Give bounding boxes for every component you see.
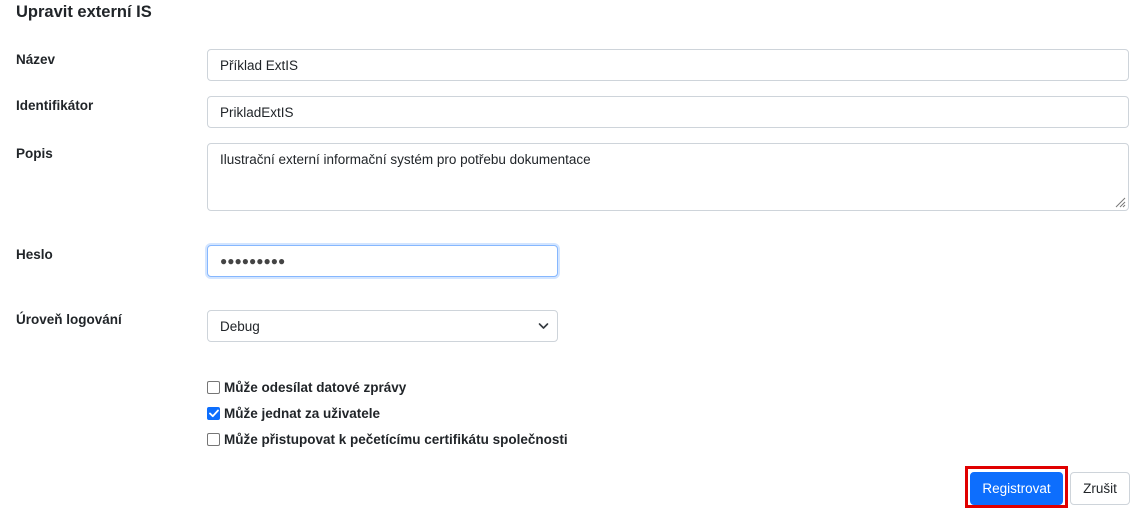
password-input[interactable]: ●●●●●●●●● — [207, 245, 558, 277]
identifier-input[interactable]: PrikladExtIS — [207, 96, 1129, 128]
log-level-selected-value: Debug — [220, 318, 260, 334]
page-title: Upravit externí IS — [16, 3, 152, 21]
checkbox-seal-certificate[interactable] — [207, 433, 220, 446]
name-input[interactable]: Příklad ExtIS — [207, 49, 1129, 81]
name-label: Název — [16, 52, 56, 67]
chevron-down-icon — [538, 323, 549, 329]
checkbox-act-for-user[interactable] — [207, 407, 220, 420]
log-level-label: Úroveň logování — [16, 312, 122, 327]
cancel-button[interactable]: Zrušit — [1070, 472, 1130, 505]
checkbox-send-messages[interactable] — [207, 381, 220, 394]
checkbox-row-seal-certificate[interactable]: Může přistupovat k pečetícímu certifikát… — [207, 432, 568, 447]
name-input-value: Příklad ExtIS — [220, 57, 299, 73]
password-input-value: ●●●●●●●●● — [220, 254, 286, 268]
identifier-input-value: PrikladExtIS — [220, 104, 294, 120]
description-textarea-value: Ilustrační externí informační systém pro… — [220, 152, 591, 167]
checkbox-label-seal-certificate[interactable]: Může přistupovat k pečetícímu certifikát… — [224, 432, 568, 447]
checkbox-row-act-for-user[interactable]: Může jednat za uživatele — [207, 406, 380, 421]
identifier-label: Identifikátor — [16, 98, 94, 113]
password-label: Heslo — [16, 247, 53, 262]
log-level-select[interactable]: Debug — [207, 310, 558, 342]
description-label: Popis — [16, 146, 53, 161]
checkbox-row-send-messages[interactable]: Může odesílat datové zprávy — [207, 380, 406, 395]
checkbox-label-send-messages[interactable]: Může odesílat datové zprávy — [224, 380, 406, 395]
description-textarea[interactable]: Ilustrační externí informační systém pro… — [207, 143, 1129, 211]
checkmark-icon — [208, 409, 219, 418]
checkbox-label-act-for-user[interactable]: Může jednat za uživatele — [224, 406, 380, 421]
resize-grip-icon[interactable] — [1115, 197, 1126, 208]
register-button[interactable]: Registrovat — [970, 472, 1063, 505]
